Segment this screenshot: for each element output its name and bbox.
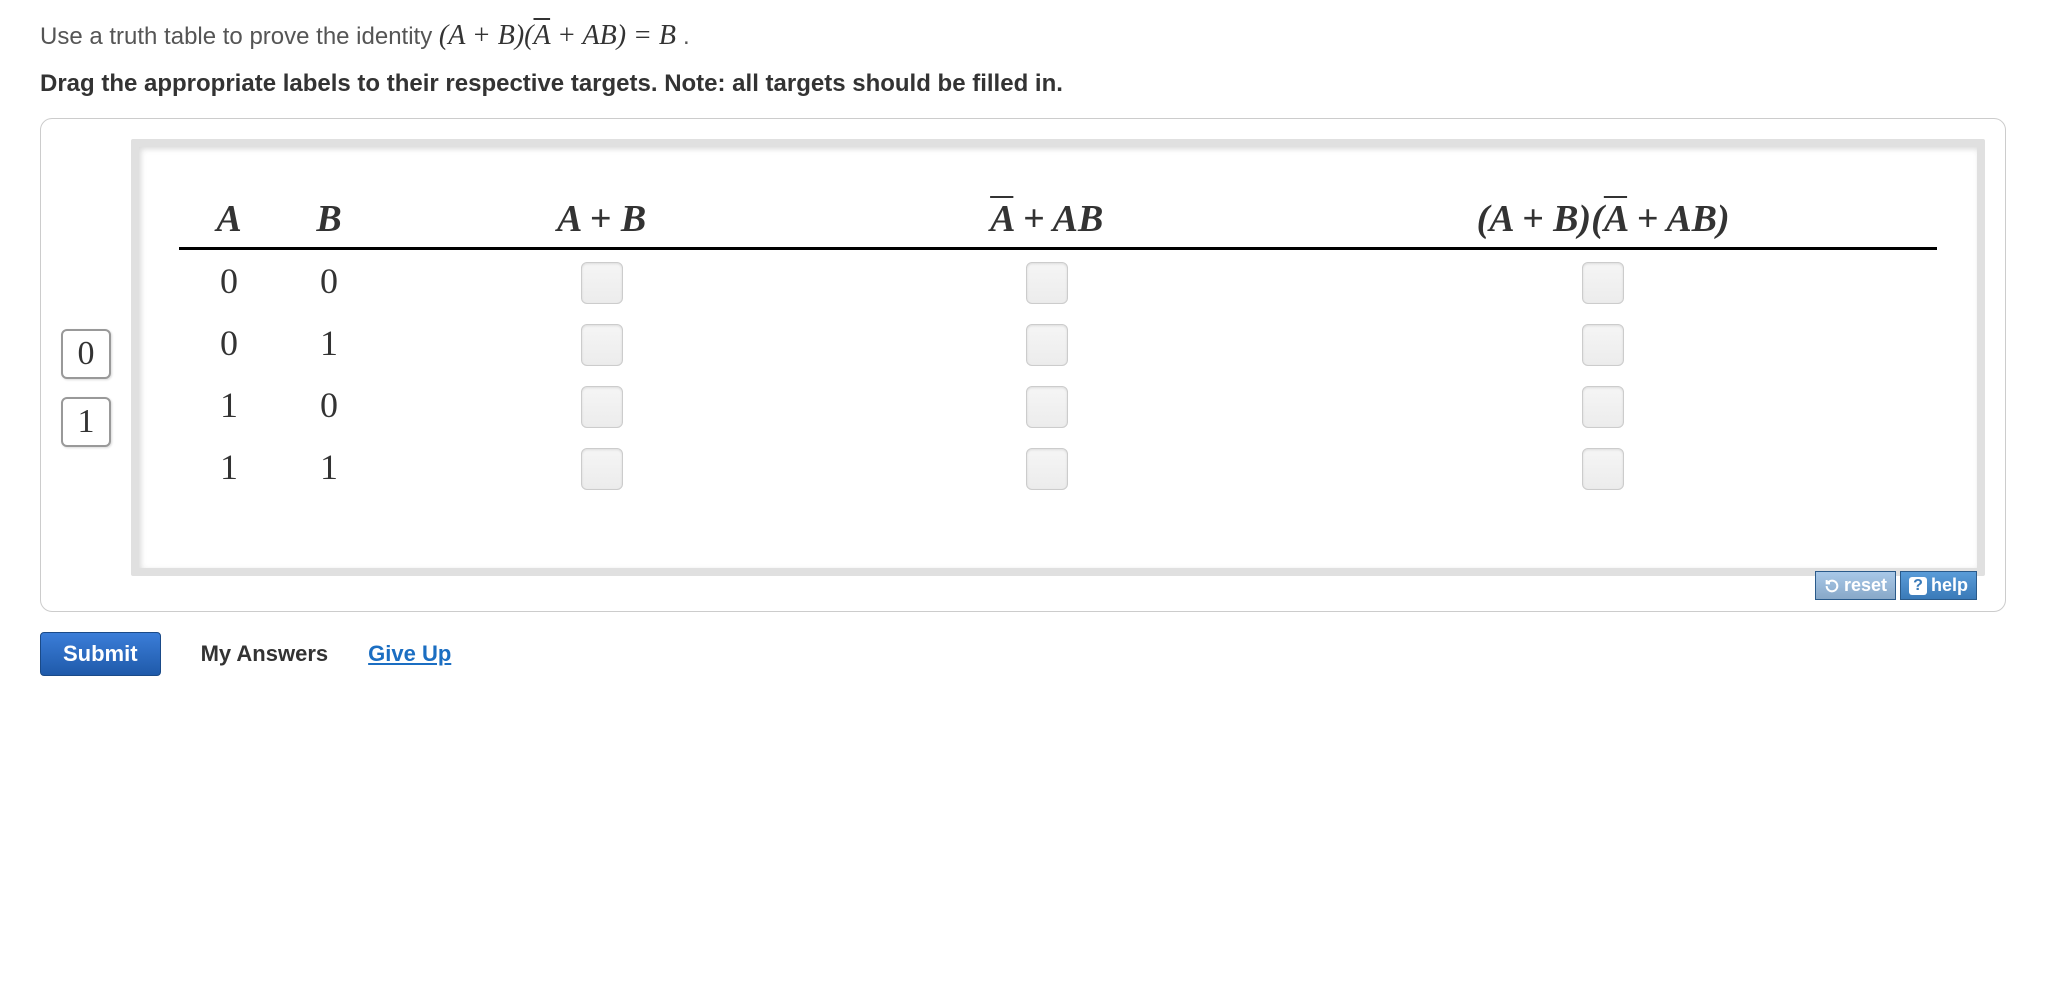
cell-b: 1 [279,322,379,364]
cell-a: 1 [179,446,279,488]
cell-b: 0 [279,260,379,302]
submit-button[interactable]: Submit [40,632,161,676]
reset-icon [1824,578,1840,594]
help-icon: ? [1909,577,1927,595]
cell-a: 0 [179,260,279,302]
drop-target[interactable] [581,262,623,304]
my-answers-link[interactable]: My Answers [201,641,329,667]
drop-target[interactable] [1026,386,1068,428]
table-row: 1 1 [179,436,1937,498]
cell-drop [1269,382,1937,428]
drop-target[interactable] [1026,262,1068,304]
cell-drop [824,258,1269,304]
header-b: B [279,197,379,241]
header-a-plus-b: A + B [379,197,824,241]
truth-table-frame: A B A + B A + AB (A + B)(A + AB) 0 0 [131,139,1985,576]
give-up-link[interactable]: Give Up [368,641,451,667]
cell-drop [379,382,824,428]
cell-b: 1 [279,446,379,488]
table-header-row: A B A + B A + AB (A + B)(A + AB) [179,197,1937,250]
cell-drop [379,320,824,366]
help-button[interactable]: ? help [1900,571,1977,600]
cell-drop [1269,258,1937,304]
cell-drop [379,444,824,490]
instruction-text: Drag the appropriate labels to their res… [40,70,2006,98]
table-row: 0 0 [179,250,1937,312]
header-product: (A + B)(A + AB) [1269,197,1937,241]
frame-controls: reset ? help [1815,571,1977,600]
cell-drop [379,258,824,304]
cell-b: 0 [279,384,379,426]
drag-label-palette: 0 1 [61,329,111,447]
truth-table: A B A + B A + AB (A + B)(A + AB) 0 0 [179,197,1937,498]
drop-target[interactable] [1026,448,1068,490]
cell-drop [824,382,1269,428]
table-row: 0 1 [179,312,1937,374]
drop-target[interactable] [1582,448,1624,490]
drop-target[interactable] [1582,324,1624,366]
question-prefix: Use a truth table to prove the identity [40,23,439,50]
header-a: A [179,197,279,241]
drop-target[interactable] [1582,262,1624,304]
cell-a: 0 [179,322,279,364]
drop-target[interactable] [581,324,623,366]
table-row: 1 0 [179,374,1937,436]
question-expression: (A + B)(A + AB) = B [439,20,683,51]
drop-target[interactable] [581,448,623,490]
drop-target[interactable] [1582,386,1624,428]
header-abar-plus-ab: A + AB [824,197,1269,241]
drag-label-1[interactable]: 1 [61,397,111,447]
cell-drop [1269,444,1937,490]
cell-a: 1 [179,384,279,426]
reset-button[interactable]: reset [1815,571,1896,600]
drop-target[interactable] [581,386,623,428]
cell-drop [1269,320,1937,366]
work-area: 0 1 A B A + B A + AB (A + B)(A + AB) 0 [40,118,2006,612]
drag-label-0[interactable]: 0 [61,329,111,379]
bottom-bar: Submit My Answers Give Up [40,632,2006,676]
drop-target[interactable] [1026,324,1068,366]
question-text: Use a truth table to prove the identity … [40,20,2006,52]
cell-drop [824,320,1269,366]
cell-drop [824,444,1269,490]
